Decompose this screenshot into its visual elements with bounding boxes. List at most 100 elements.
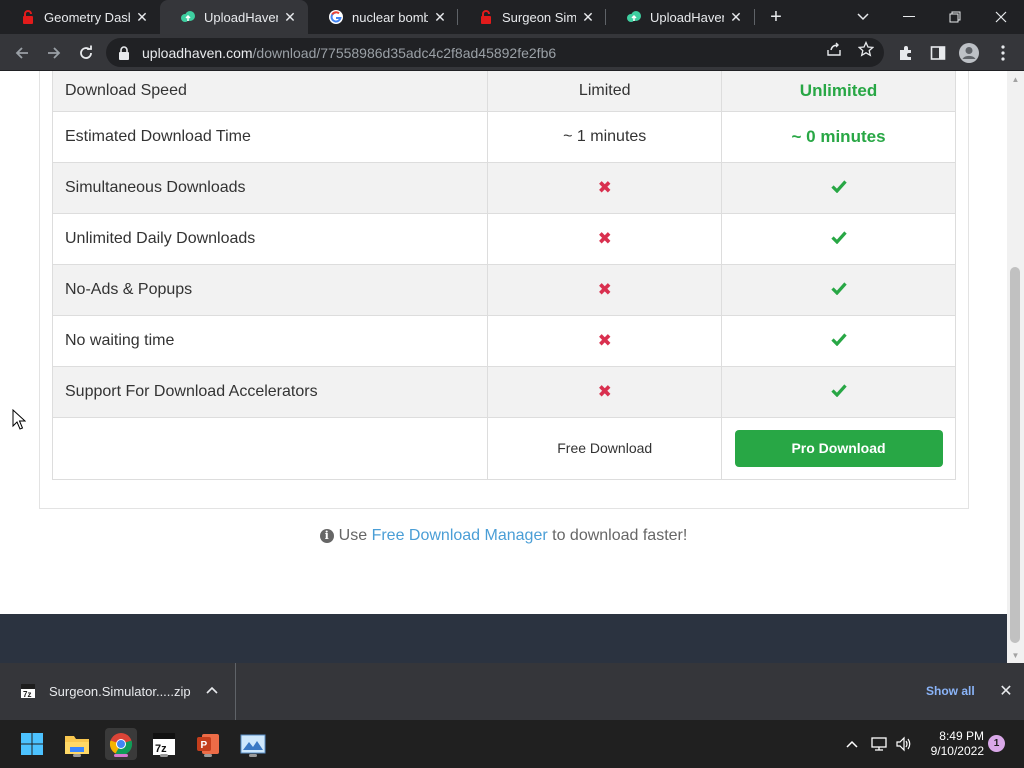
tab-separator <box>754 9 755 25</box>
powerpoint-icon[interactable]: P <box>192 728 224 760</box>
check-icon <box>830 332 847 346</box>
file-explorer-icon[interactable] <box>61 728 93 760</box>
tab-title: Surgeon Simula <box>502 9 576 25</box>
arrow-left-icon <box>15 47 28 59</box>
share-icon[interactable] <box>826 41 842 57</box>
cloud-icon <box>626 9 642 25</box>
table-row: Simultaneous Downloads ✖ <box>51 162 956 214</box>
notification-badge[interactable]: 1 <box>988 735 1005 752</box>
close-icon[interactable]: ✕ <box>432 9 448 25</box>
check-icon <box>830 179 847 193</box>
free-download-manager-link[interactable]: Free Download Manager <box>372 527 548 544</box>
minimize-button[interactable] <box>886 0 932 34</box>
table-row: Estimated Download Time ~ 1 minutes ~ 0 … <box>51 111 956 163</box>
feature-label: Simultaneous Downloads <box>51 162 489 214</box>
clock-time: 8:49 PM <box>939 729 984 743</box>
new-tab-button[interactable]: + <box>764 5 788 29</box>
url-path: /download/77558986d35adc4c2f8ad45892fe2f… <box>252 44 557 61</box>
tab-uploadhaven-2[interactable]: UploadHaven - ✕ <box>606 0 754 34</box>
running-indicator <box>204 754 212 757</box>
url-host: uploadhaven.com <box>142 44 253 61</box>
svg-text:7z: 7z <box>23 690 31 699</box>
bookmark-star-icon[interactable] <box>858 41 874 57</box>
tab-geometry-dash[interactable]: Geometry Dash ✕ <box>0 0 160 34</box>
forward-button[interactable] <box>41 40 67 66</box>
download-filename: Surgeon.Simulator.....zip <box>49 684 191 699</box>
scroll-down-arrow-icon[interactable]: ▼ <box>1011 651 1020 660</box>
tab-uploadhaven-active[interactable]: UploadHaven - ✕ <box>160 0 308 34</box>
pro-value: ~ 0 minutes <box>721 111 956 163</box>
mouse-cursor-icon <box>12 409 26 430</box>
cross-icon: ✖ <box>597 178 612 197</box>
page-scrollbar[interactable]: ▲ ▼ <box>1007 71 1024 663</box>
address-bar[interactable]: uploadhaven.com/download/77558986d35adc4… <box>106 38 884 67</box>
free-download-link[interactable]: Free Download <box>557 440 652 456</box>
cross-icon: ✖ <box>597 382 612 401</box>
lock-red-icon <box>20 9 36 25</box>
tab-surgeon-simulator[interactable]: Surgeon Simula ✕ <box>458 0 606 34</box>
system-clock[interactable]: 8:49 PM 9/10/2022 <box>920 729 984 759</box>
cross-icon: ✖ <box>597 331 612 350</box>
profile-avatar-icon[interactable] <box>958 42 980 64</box>
close-icon[interactable]: ✕ <box>728 9 744 25</box>
restore-button[interactable] <box>932 0 978 34</box>
minimize-icon <box>903 16 915 17</box>
download-bar: 7z Surgeon.Simulator.....zip Show all ✕ <box>0 663 1024 720</box>
pro-download-button[interactable]: Pro Download <box>734 430 943 467</box>
chevron-up-tray-icon[interactable] <box>842 734 862 754</box>
photo-app-icon[interactable] <box>237 728 269 760</box>
tab-title: Geometry Dash <box>44 9 130 25</box>
restore-icon <box>949 11 961 23</box>
lock-red-icon <box>478 9 494 25</box>
download-tip: i Use Free Download Manager to download f… <box>0 527 1007 545</box>
cross-icon: ✖ <box>597 229 612 248</box>
free-value: ~ 1 minutes <box>487 111 723 163</box>
table-row: No waiting time ✖ <box>51 315 956 367</box>
tab-title: UploadHaven - <box>204 9 278 25</box>
page-footer <box>0 614 1007 663</box>
free-download-cell: Free Download <box>487 417 723 480</box>
pro-value-text: ~ 0 minutes <box>791 127 886 146</box>
feature-label: No-Ads & Popups <box>51 264 489 316</box>
chevron-up-icon[interactable] <box>204 683 220 699</box>
scrollbar-thumb[interactable] <box>1010 267 1020 643</box>
pro-download-cell: Pro Download <box>721 417 956 480</box>
volume-icon[interactable] <box>894 734 914 754</box>
tab-search-button[interactable] <box>840 0 886 34</box>
close-icon <box>995 11 1007 23</box>
side-panel-icon[interactable] <box>927 42 949 64</box>
feature-label: No waiting time <box>51 315 489 367</box>
reload-button[interactable] <box>73 40 99 66</box>
windows-start-icon[interactable] <box>16 728 48 760</box>
kebab-menu-icon[interactable] <box>992 42 1014 64</box>
7zip-icon[interactable]: 7z <box>148 728 180 760</box>
clock-date: 9/10/2022 <box>930 744 984 758</box>
empty-cell <box>51 417 489 480</box>
pro-value <box>721 213 956 265</box>
free-value: Limited <box>487 71 723 112</box>
free-value: ✖ <box>487 366 723 418</box>
scroll-up-arrow-icon[interactable]: ▲ <box>1011 75 1020 84</box>
google-icon <box>328 9 344 25</box>
network-icon[interactable] <box>869 734 889 754</box>
close-icon[interactable]: ✕ <box>580 9 596 25</box>
cloud-icon <box>180 9 196 25</box>
close-download-bar-icon[interactable]: ✕ <box>997 681 1015 700</box>
feature-label: Unlimited Daily Downloads <box>51 213 489 265</box>
back-button[interactable] <box>9 40 35 66</box>
close-icon[interactable]: ✕ <box>134 9 150 25</box>
pro-value-text: Unlimited <box>799 80 878 100</box>
tab-separator <box>605 9 606 25</box>
close-window-button[interactable] <box>978 0 1024 34</box>
pro-value <box>721 264 956 316</box>
tab-nuclear-bomb[interactable]: nuclear bomb - ✕ <box>308 0 458 34</box>
show-all-link[interactable]: Show all <box>926 684 975 698</box>
chrome-icon[interactable] <box>105 728 137 760</box>
extensions-puzzle-icon[interactable] <box>895 42 917 64</box>
feature-label: Estimated Download Time <box>51 111 489 163</box>
reload-icon <box>80 45 92 59</box>
close-icon[interactable]: ✕ <box>282 9 298 25</box>
tip-suffix: to download faster! <box>552 527 688 544</box>
download-item[interactable]: 7z Surgeon.Simulator.....zip <box>0 663 236 720</box>
check-icon <box>830 230 847 244</box>
